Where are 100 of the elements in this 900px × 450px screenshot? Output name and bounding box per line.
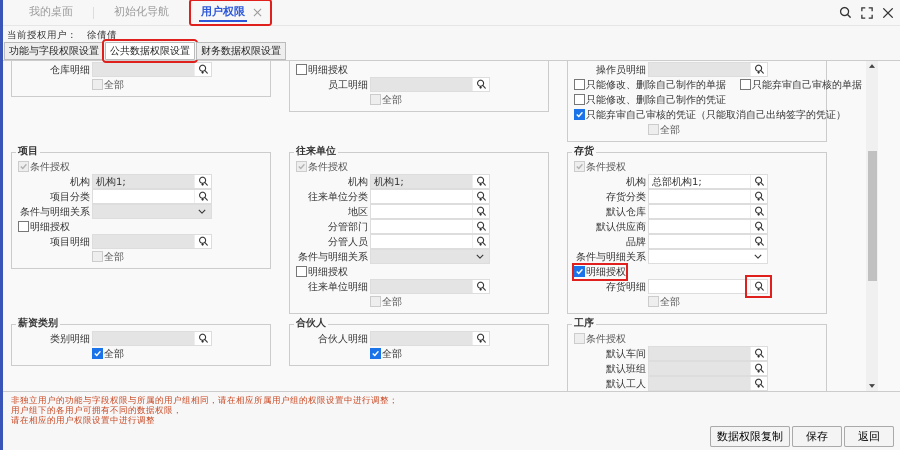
checkbox[interactable] xyxy=(18,221,29,232)
action-button[interactable]: 数据权限复制 xyxy=(710,426,790,447)
search-icon xyxy=(754,221,764,232)
lookup-button[interactable] xyxy=(750,205,767,218)
search-icon xyxy=(754,363,764,374)
field-label: 项目明细 xyxy=(49,236,90,248)
group-title: 项目 xyxy=(16,146,40,158)
field-label: 地区 xyxy=(347,206,368,218)
action-button[interactable]: 保存 xyxy=(792,426,842,447)
lookup-field[interactable] xyxy=(648,204,768,219)
search-icon xyxy=(476,221,486,232)
search-icon xyxy=(198,191,208,202)
lookup-button[interactable] xyxy=(472,235,489,248)
scrollbar[interactable] xyxy=(866,61,878,391)
field-label: 默认工人 xyxy=(605,378,646,390)
checkbox[interactable] xyxy=(574,266,585,277)
scroll-down-icon[interactable] xyxy=(869,384,875,388)
fullscreen-icon[interactable] xyxy=(861,6,873,18)
search-icon[interactable] xyxy=(839,6,852,19)
lookup-field[interactable] xyxy=(648,234,768,249)
lookup-button[interactable] xyxy=(194,190,211,203)
checkbox-option[interactable]: 明细授权 xyxy=(294,262,350,280)
lookup-button[interactable] xyxy=(750,235,767,248)
close-icon[interactable] xyxy=(882,6,894,18)
search-icon xyxy=(754,378,764,389)
checkbox[interactable] xyxy=(296,266,307,277)
checkbox[interactable] xyxy=(574,79,585,90)
search-icon xyxy=(754,64,764,75)
search-icon xyxy=(198,64,208,75)
action-button[interactable]: 返回 xyxy=(844,426,894,447)
lookup-button[interactable] xyxy=(472,220,489,233)
field-label: 往来单位分类 xyxy=(307,190,368,204)
group-title: 合伙人 xyxy=(294,318,328,330)
search-icon xyxy=(754,206,764,217)
checkbox-option[interactable]: 明细授权 xyxy=(294,61,350,78)
lookup-button[interactable] xyxy=(750,220,767,233)
scrollbar-thumb[interactable] xyxy=(868,151,876,281)
scroll-up-icon[interactable] xyxy=(869,64,875,68)
search-icon xyxy=(476,206,486,217)
checkbox[interactable] xyxy=(740,79,751,90)
field-label: 条件与明细关系 xyxy=(297,250,368,264)
checkbox-option[interactable]: 明细授权 xyxy=(572,262,628,280)
search-icon xyxy=(754,236,764,247)
caret-icon xyxy=(754,254,762,259)
group-title: 工序 xyxy=(572,318,596,330)
checkbox[interactable] xyxy=(296,64,307,75)
field-label: 默认车间 xyxy=(605,348,646,360)
lookup-button[interactable] xyxy=(750,175,767,188)
search-icon xyxy=(476,236,486,247)
field-label: 类别明细 xyxy=(49,332,90,346)
search-icon xyxy=(198,236,208,247)
checkbox-option[interactable]: 只能修改、删除自己制作的凭证 xyxy=(572,90,728,108)
checkbox[interactable] xyxy=(370,348,381,359)
notice-text: 非独立用户的功能与字段权限与所属的用户组相同，请在相应所属用户组的权限设置中进行调整； xyxy=(11,396,399,406)
checkbox-option[interactable]: 全部 xyxy=(368,344,404,362)
checkbox[interactable] xyxy=(574,94,585,105)
lookup-field[interactable] xyxy=(92,189,212,204)
checkbox-option[interactable]: 全部 xyxy=(90,344,126,362)
field-label: 往来单位明细 xyxy=(307,280,368,294)
lookup-field[interactable] xyxy=(370,189,490,204)
search-icon xyxy=(754,191,764,202)
caret-icon xyxy=(476,254,484,259)
field-label: 机构 xyxy=(625,176,646,188)
checkbox-option[interactable]: 明细授权 xyxy=(16,218,72,236)
checkbox-option[interactable]: 只能修改、删除自己制作的单据 xyxy=(572,76,728,94)
field-label: 默认班组 xyxy=(605,362,646,376)
lookup-button[interactable] xyxy=(750,190,767,203)
lookup-field[interactable] xyxy=(648,219,768,234)
search-icon xyxy=(198,333,208,344)
field-label: 机构 xyxy=(347,176,368,188)
field-label: 操作员明细 xyxy=(595,64,646,76)
group-title: 存货 xyxy=(572,146,596,158)
lookup-field[interactable] xyxy=(370,204,490,219)
group-title: 薪资类别 xyxy=(16,318,60,330)
tab[interactable]: 财务数据权限设置 xyxy=(196,42,286,60)
field-label: 仓库明细 xyxy=(49,64,90,76)
search-icon xyxy=(476,191,486,202)
search-icon xyxy=(198,176,208,187)
lookup-field[interactable] xyxy=(370,219,490,234)
search-icon xyxy=(476,281,486,292)
field-label: 默认供应商 xyxy=(595,220,646,234)
checkbox-option[interactable]: 只能弃审自己审核的单据 xyxy=(738,76,864,94)
tab[interactable]: 功能与字段权限设置 xyxy=(4,42,104,60)
checkbox-option[interactable]: 只能弃审自己审核的凭证（只能取消自己出纳签字的凭证） xyxy=(572,106,848,124)
checkbox[interactable] xyxy=(92,348,103,359)
user-name: 徐倩倩 xyxy=(87,29,117,42)
caret-icon xyxy=(198,209,206,214)
lookup-button[interactable] xyxy=(472,190,489,203)
tab[interactable]: 用户权限 xyxy=(189,0,272,26)
lookup-field[interactable] xyxy=(648,189,768,204)
lookup-button[interactable] xyxy=(472,205,489,218)
search-icon xyxy=(476,333,486,344)
checkbox[interactable] xyxy=(574,109,585,120)
lookup-field[interactable]: 总部机构1; xyxy=(648,174,768,189)
field-label: 条件与明细关系 xyxy=(575,250,646,264)
notice-text: 请在相应的用户权限设置中进行调整 xyxy=(11,416,156,426)
search-icon xyxy=(476,79,486,90)
tab[interactable]: 公共数据权限设置 xyxy=(105,42,195,60)
field-label: 存货明细 xyxy=(605,280,646,294)
lookup-field[interactable] xyxy=(370,234,490,249)
